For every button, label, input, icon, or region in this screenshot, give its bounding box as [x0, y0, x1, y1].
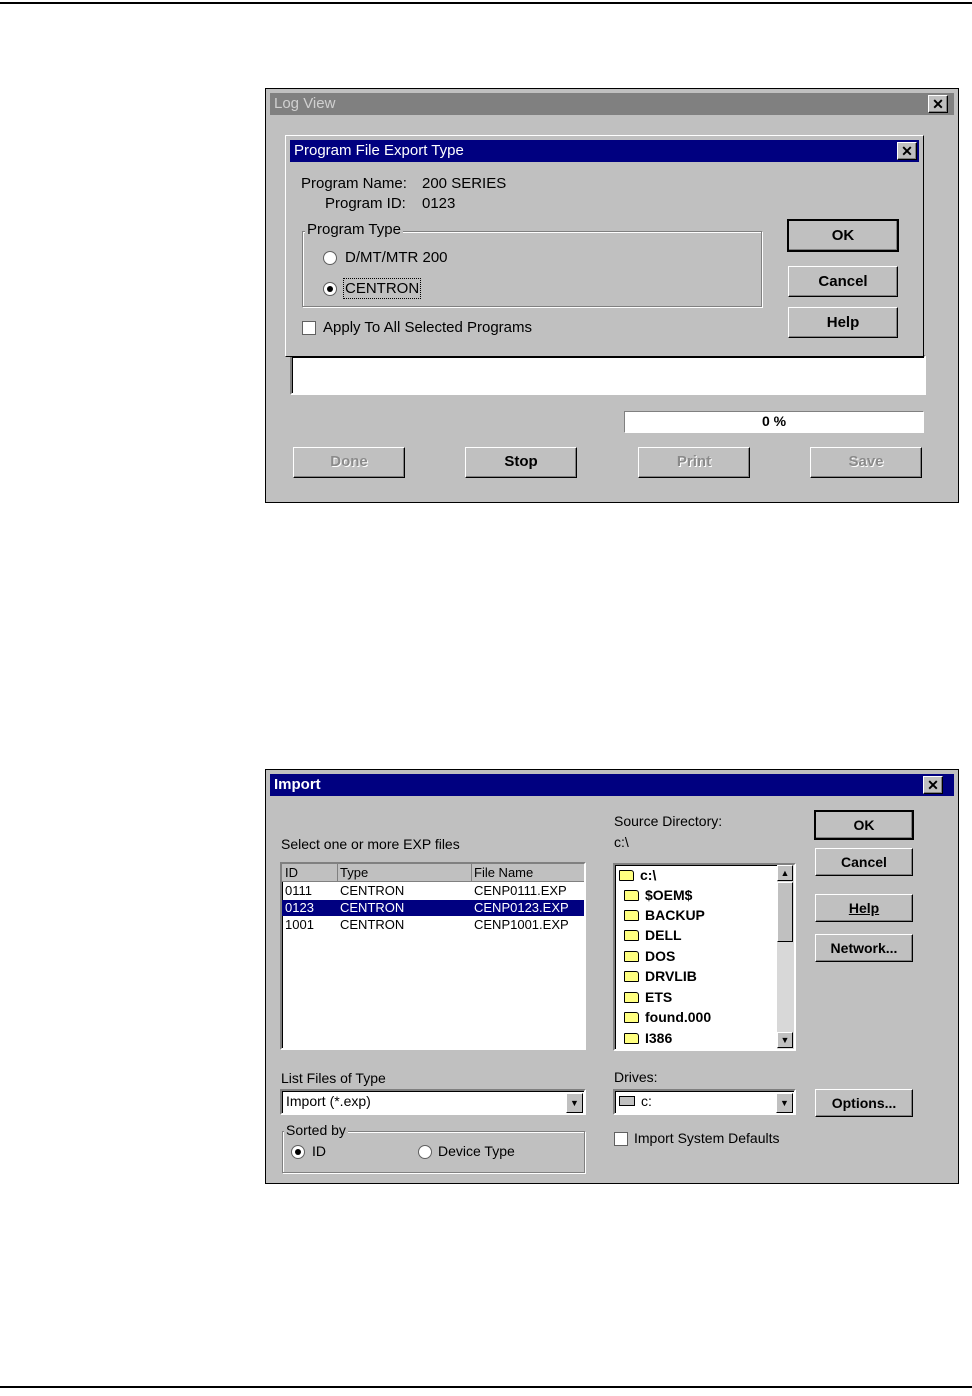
program-id-value: 0123 [422, 195, 456, 212]
apply-all-label: Apply To All Selected Programs [323, 319, 532, 336]
apply-all-checkbox[interactable] [302, 321, 316, 335]
source-dir-label: Source Directory: [614, 813, 723, 829]
scroll-thumb[interactable] [777, 882, 793, 942]
drive-icon [619, 1096, 635, 1106]
directory-list[interactable]: c:\ $OEM$ BACKUP DELL DOS DRVLIB ETS fou… [613, 863, 796, 1051]
row-file: CENP0111.EXP [474, 883, 567, 898]
row-type: CENTRON [340, 883, 405, 898]
scroll-down-icon[interactable]: ▼ [777, 1032, 793, 1048]
folder-icon [624, 890, 639, 901]
folder-icon [624, 1033, 639, 1044]
program-name-label: Program Name: [301, 175, 407, 192]
export-ok-button[interactable]: OK [787, 219, 899, 252]
sort-id-radio[interactable] [291, 1145, 305, 1159]
import-help-button[interactable]: Help [815, 894, 913, 922]
dir-scrollbar[interactable]: ▲ ▼ [777, 865, 794, 1049]
table-row-selected[interactable]: 0123 CENTRON CENP0123.EXP [282, 900, 584, 916]
program-id-label: Program ID: [325, 195, 406, 212]
log-view-close-icon[interactable]: ✕ [928, 95, 948, 113]
save-button[interactable]: Save [810, 447, 922, 478]
program-type-label: Program Type [305, 221, 403, 238]
dir-item[interactable]: DRVLIB [624, 968, 697, 984]
col-header-id[interactable]: ID [285, 865, 298, 880]
list-type-select[interactable]: Import (*.exp) ▼ [280, 1089, 586, 1115]
folder-icon [624, 971, 639, 982]
top-rule [0, 2, 972, 4]
table-row[interactable]: 1001 CENTRON CENP1001.EXP [282, 917, 584, 934]
progress-text: 0 % [761, 413, 787, 429]
radio-centron-label: CENTRON [342, 278, 422, 299]
radio-dmt-mtr-200[interactable] [323, 251, 337, 265]
open-folder-icon [619, 870, 634, 881]
log-view-titlebar: Log View [270, 93, 954, 115]
print-button[interactable]: Print [638, 447, 750, 478]
progress-bar: 0 % [624, 411, 924, 433]
file-list[interactable]: ID Type File Name 0111 CENTRON CENP0111.… [280, 862, 586, 1050]
row-id: 0123 [285, 900, 314, 915]
dir-item[interactable]: found.000 [624, 1009, 711, 1025]
row-type: CENTRON [340, 917, 405, 932]
import-ok-button[interactable]: OK [814, 810, 914, 840]
dir-item[interactable]: DELL [624, 927, 682, 943]
export-type-dialog: Program File Export Type ✕ Program Name:… [285, 135, 924, 357]
drives-value: c: [641, 1093, 652, 1109]
export-close-icon[interactable]: ✕ [897, 142, 917, 160]
options-button[interactable]: Options... [815, 1089, 913, 1117]
row-type: CENTRON [340, 900, 405, 915]
import-cancel-button[interactable]: Cancel [815, 848, 913, 876]
scroll-up-icon[interactable]: ▲ [777, 865, 793, 881]
folder-icon [624, 1012, 639, 1023]
row-file: CENP1001.EXP [474, 917, 569, 932]
chevron-down-icon[interactable]: ▼ [776, 1093, 793, 1113]
file-list-header: ID Type File Name [282, 864, 584, 882]
select-files-label: Select one or more EXP files [281, 836, 460, 852]
drives-select[interactable]: c: ▼ [613, 1089, 796, 1115]
table-row[interactable]: 0111 CENTRON CENP0111.EXP [282, 883, 584, 900]
col-header-file[interactable]: File Name [474, 865, 533, 880]
network-button[interactable]: Network... [815, 934, 913, 962]
dir-item[interactable]: $OEM$ [624, 887, 692, 903]
radio-centron[interactable] [323, 282, 337, 296]
export-title: Program File Export Type [294, 142, 464, 159]
import-close-icon[interactable]: ✕ [923, 776, 943, 794]
import-dialog: Import ✕ Select one or more EXP files ID… [265, 769, 959, 1184]
import-defaults-checkbox[interactable] [614, 1132, 628, 1146]
program-name-value: 200 SERIES [422, 175, 507, 192]
col-header-type[interactable]: Type [340, 865, 368, 880]
source-dir-value: c:\ [614, 834, 629, 850]
done-button[interactable]: Done [293, 447, 405, 478]
import-defaults-label: Import System Defaults [634, 1130, 780, 1146]
sorted-by-label: Sorted by [284, 1122, 348, 1138]
stop-button[interactable]: Stop [465, 447, 577, 478]
row-id: 0111 [285, 883, 312, 898]
row-id: 1001 [285, 917, 314, 932]
export-titlebar: Program File Export Type [290, 140, 919, 162]
chevron-down-icon[interactable]: ▼ [566, 1093, 583, 1113]
log-view-title: Log View [274, 95, 336, 112]
dir-item[interactable]: DOS [624, 948, 675, 964]
bottom-rule [0, 1386, 972, 1388]
export-help-button[interactable]: Help [788, 307, 898, 338]
sort-device-label: Device Type [438, 1143, 515, 1159]
sort-id-label: ID [312, 1143, 326, 1159]
list-type-label: List Files of Type [281, 1070, 386, 1086]
dir-item[interactable]: BACKUP [624, 907, 705, 923]
export-cancel-button[interactable]: Cancel [788, 266, 898, 297]
list-type-value: Import (*.exp) [286, 1093, 371, 1109]
drives-label: Drives: [614, 1069, 658, 1085]
folder-icon [624, 910, 639, 921]
radio-dmt-mtr-200-label: D/MT/MTR 200 [345, 249, 448, 266]
row-file: CENP0123.EXP [474, 900, 569, 915]
dir-item[interactable]: c:\ [619, 867, 656, 883]
folder-icon [624, 951, 639, 962]
folder-icon [624, 930, 639, 941]
sort-device-radio[interactable] [418, 1145, 432, 1159]
dir-item[interactable]: I386 [624, 1030, 672, 1046]
dir-item[interactable]: ETS [624, 989, 672, 1005]
import-title: Import [274, 776, 321, 793]
import-titlebar: Import [270, 774, 954, 796]
log-text-area [290, 355, 926, 395]
folder-icon [624, 992, 639, 1003]
